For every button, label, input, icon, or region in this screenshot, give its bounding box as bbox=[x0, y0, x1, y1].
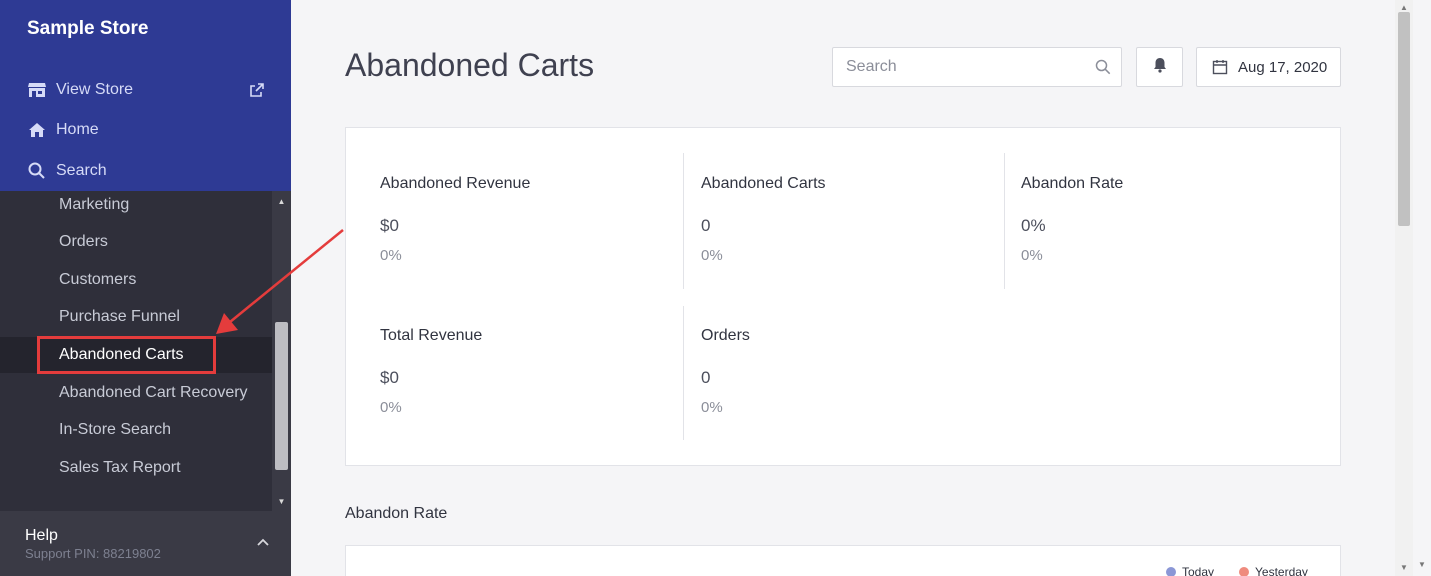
date-label: Aug 17, 2020 bbox=[1238, 58, 1328, 76]
sidebar-link-label: Home bbox=[56, 121, 99, 138]
sidebar-item-purchase-funnel[interactable]: Purchase Funnel bbox=[0, 299, 272, 335]
abandon-rate-chart-card: Today Yesterday bbox=[345, 545, 1341, 576]
search-field[interactable] bbox=[832, 47, 1122, 87]
divider bbox=[683, 306, 684, 440]
section-title-abandon-rate: Abandon Rate bbox=[345, 505, 448, 522]
stat-change: 0% bbox=[1021, 247, 1043, 264]
stat-change: 0% bbox=[380, 247, 402, 264]
stat-total-revenue: Total Revenue $0 0% bbox=[380, 327, 482, 416]
search-input[interactable] bbox=[833, 48, 1083, 86]
scroll-up-arrow-icon[interactable]: ▲ bbox=[272, 193, 291, 209]
sidebar-item-customers[interactable]: Customers bbox=[0, 262, 272, 298]
legend-dot bbox=[1239, 567, 1249, 576]
stat-label: Abandoned Carts bbox=[701, 175, 826, 192]
sidebar-header: Sample Store View Store Home Search bbox=[0, 0, 291, 191]
home-icon bbox=[27, 121, 47, 139]
stat-label: Abandoned Revenue bbox=[380, 175, 531, 192]
stat-value: $0 bbox=[380, 216, 399, 235]
legend-dot bbox=[1166, 567, 1176, 576]
sidebar-link-view-store[interactable]: View Store bbox=[27, 78, 133, 102]
stat-change: 0% bbox=[380, 399, 402, 416]
chevron-down-icon: ▼ bbox=[1418, 560, 1426, 569]
scroll-down-arrow-icon[interactable]: ▼ bbox=[272, 493, 291, 509]
divider bbox=[1004, 153, 1005, 289]
sidebar-item-marketing[interactable]: Marketing bbox=[0, 191, 272, 223]
sidebar-item-abandoned-cart-recovery[interactable]: Abandoned Cart Recovery bbox=[0, 375, 272, 411]
sidebar-link-label: View Store bbox=[56, 81, 134, 98]
sidebar-link-home[interactable]: Home bbox=[27, 118, 99, 142]
sidebar: Sample Store View Store Home Search Mark… bbox=[0, 0, 291, 576]
legend-label: Today bbox=[1182, 565, 1215, 576]
bell-icon bbox=[1153, 57, 1167, 78]
stat-change: 0% bbox=[701, 399, 723, 416]
stats-card: Abandoned Revenue $0 0% Abandoned Carts … bbox=[345, 127, 1341, 466]
scroll-down-arrow-icon[interactable]: ▼ bbox=[1395, 560, 1413, 574]
help-section[interactable]: Help Support PIN: 88219802 bbox=[0, 511, 291, 576]
sidebar-scrollbar[interactable]: ▲ ▼ bbox=[272, 191, 291, 511]
sidebar-item-in-store-search[interactable]: In-Store Search bbox=[0, 412, 272, 448]
stat-change: 0% bbox=[701, 247, 723, 264]
store-name: Sample Store bbox=[27, 18, 149, 39]
stat-abandon-rate: Abandon Rate 0% 0% bbox=[1021, 175, 1123, 264]
page-title: Abandoned Carts bbox=[345, 47, 595, 83]
support-pin: Support PIN: 88219802 bbox=[25, 546, 161, 561]
date-picker-button[interactable]: Aug 17, 2020 bbox=[1196, 47, 1341, 87]
sidebar-item-orders[interactable]: Orders bbox=[0, 224, 272, 260]
page-scrollbar[interactable]: ▲ ▼ bbox=[1395, 0, 1413, 576]
sidebar-link-search[interactable]: Search bbox=[27, 159, 107, 183]
stat-value: 0% bbox=[1021, 216, 1046, 235]
chevron-up-icon[interactable] bbox=[257, 533, 269, 549]
legend-item-today[interactable]: Today bbox=[1166, 565, 1214, 576]
help-title: Help bbox=[25, 527, 58, 544]
sidebar-item-sales-tax-report[interactable]: Sales Tax Report bbox=[0, 450, 272, 486]
legend-label: Yesterday bbox=[1255, 565, 1308, 576]
stat-label: Total Revenue bbox=[380, 327, 483, 344]
stat-value: $0 bbox=[380, 368, 399, 387]
search-icon bbox=[27, 162, 47, 180]
stat-label: Abandon Rate bbox=[1021, 175, 1124, 192]
search-icon[interactable] bbox=[1095, 59, 1111, 75]
stat-abandoned-carts: Abandoned Carts 0 0% bbox=[701, 175, 826, 264]
stat-abandoned-revenue: Abandoned Revenue $0 0% bbox=[380, 175, 530, 264]
stat-value: 0 bbox=[701, 216, 711, 235]
highlight-box bbox=[37, 336, 216, 374]
calendar-icon bbox=[1212, 60, 1228, 75]
stat-value: 0 bbox=[701, 368, 711, 387]
stat-orders: Orders 0 0% bbox=[701, 327, 750, 416]
page-scroll-thumb[interactable] bbox=[1398, 12, 1410, 226]
divider bbox=[683, 153, 684, 289]
sidebar-scroll-thumb[interactable] bbox=[275, 322, 288, 470]
store-icon bbox=[27, 81, 47, 99]
sidebar-link-label: Search bbox=[56, 162, 107, 179]
external-link-icon[interactable] bbox=[249, 82, 265, 98]
stat-label: Orders bbox=[701, 327, 750, 344]
notifications-button[interactable] bbox=[1136, 47, 1183, 87]
legend-item-yesterday[interactable]: Yesterday bbox=[1239, 565, 1308, 576]
